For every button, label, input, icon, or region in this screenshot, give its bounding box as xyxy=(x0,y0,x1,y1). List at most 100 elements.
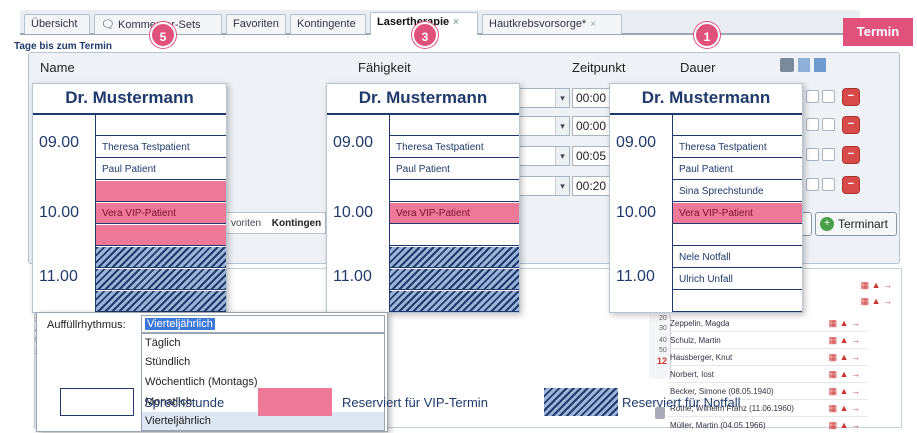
chevron-down-icon[interactable]: ▾ xyxy=(555,147,569,165)
time-slot[interactable] xyxy=(673,115,802,136)
column-header-dauer: Dauer xyxy=(680,60,716,75)
patient-name: Hausberger, Knut xyxy=(670,353,733,362)
checkbox[interactable] xyxy=(822,148,835,161)
tab-bar: Übersicht 🗨 Kommentar-Sets Favoriten Kon… xyxy=(20,10,860,35)
hour-label: 11.00 xyxy=(333,268,372,285)
combo-4[interactable]: ▾ xyxy=(518,176,570,196)
time-slot[interactable] xyxy=(390,247,519,268)
delete-button[interactable]: − xyxy=(842,116,860,134)
option-stuendlich[interactable]: Stündlich xyxy=(145,356,190,368)
tab-label: Hautkrebsvorsorge* xyxy=(489,18,587,30)
chevron-down-icon[interactable]: ▾ xyxy=(555,89,569,107)
close-icon[interactable]: × xyxy=(453,17,459,28)
chevron-down-icon[interactable]: ▾ xyxy=(555,177,569,195)
document-icon[interactable] xyxy=(798,58,810,72)
time-slot[interactable] xyxy=(390,115,519,136)
column-header-name: Name xyxy=(40,60,75,75)
tab-hautkrebsvorsorge[interactable]: Hautkrebsvorsorge* × xyxy=(482,14,622,34)
time-slot[interactable]: Nele Notfall xyxy=(673,247,802,268)
time-slot[interactable] xyxy=(96,291,226,312)
time-slot[interactable] xyxy=(390,181,519,202)
badge-3: 3 xyxy=(412,22,438,48)
patient-name: Müller, Martin (04.05.1966) xyxy=(670,421,766,430)
tab-favoriten[interactable]: Favoriten xyxy=(226,14,286,34)
export-icon[interactable] xyxy=(814,58,826,72)
row-icons[interactable]: ▦ ▲ → xyxy=(829,403,860,414)
hour-label: 11.00 xyxy=(616,268,655,285)
list-item[interactable]: Müller, Martin (04.05.1966) ▦ ▲ → xyxy=(668,418,868,433)
column-header-zeitpunkt: Zeitpunkt xyxy=(572,60,626,75)
time-slot[interactable]: Sina Sprechstunde xyxy=(673,181,802,202)
list-item[interactable]: Hausberger, Knut ▦ ▲ → xyxy=(668,350,868,366)
delete-button[interactable]: − xyxy=(842,176,860,194)
time-slot[interactable]: Vera VIP-Patient xyxy=(96,203,226,224)
time-slot[interactable] xyxy=(96,115,226,136)
terminart-label: Terminart xyxy=(838,217,889,231)
hour-label: 11.00 xyxy=(39,268,78,285)
tab-uebersicht[interactable]: Übersicht xyxy=(24,14,90,34)
time-slot[interactable] xyxy=(390,269,519,290)
hour-label: 10.00 xyxy=(39,204,80,221)
delete-button[interactable]: − xyxy=(842,88,860,106)
list-item[interactable]: Schulz, Martin ▦ ▲ → xyxy=(668,333,868,349)
time-slot[interactable] xyxy=(390,291,519,312)
app-root: Übersicht 🗨 Kommentar-Sets Favoriten Kon… xyxy=(0,0,917,433)
time-slot[interactable]: Theresa Testpatient xyxy=(390,137,519,158)
option-vierteljaehrlich[interactable]: Vierteljährlich xyxy=(145,415,211,427)
hidden-tab-kontingente[interactable]: Kontingen xyxy=(272,218,321,229)
terminart-button[interactable]: + Terminart xyxy=(815,212,897,236)
time-slot[interactable]: Vera VIP-Patient xyxy=(390,203,519,224)
checkbox[interactable] xyxy=(822,118,835,131)
time-slot[interactable]: Vera VIP-Patient xyxy=(673,203,802,224)
time-slot[interactable]: Paul Patient xyxy=(390,159,519,180)
time-slot[interactable] xyxy=(673,291,802,312)
checkbox[interactable] xyxy=(822,90,835,103)
row-icons[interactable]: ▦ ▲ → xyxy=(861,296,892,307)
checkbox[interactable] xyxy=(806,178,819,191)
option-taeglich[interactable]: Täglich xyxy=(145,337,180,349)
legend-vip: Reserviert für VIP-Termin xyxy=(342,395,488,410)
combo-2[interactable]: ▾ xyxy=(518,116,570,136)
combo-3[interactable]: ▾ xyxy=(518,146,570,166)
list-item[interactable]: Norbert, Iost ▦ ▲ → xyxy=(668,367,868,383)
row-icons[interactable]: ▦ ▲ → xyxy=(829,386,860,397)
row-icons[interactable]: ▦ ▲ → xyxy=(829,318,860,329)
row-icons[interactable]: ▦ ▲ → xyxy=(829,352,860,363)
row-icons[interactable]: ▦ ▲ → xyxy=(829,335,860,346)
time-slot[interactable]: Paul Patient xyxy=(673,159,802,180)
selected-value: Vierteljährlich xyxy=(145,318,215,330)
checkbox[interactable] xyxy=(806,90,819,103)
checkbox[interactable] xyxy=(806,118,819,131)
patient-name: Schulz, Martin xyxy=(670,336,721,345)
legend-sprechstunde: Sprechstunde xyxy=(144,395,225,410)
time-slot[interactable] xyxy=(96,181,226,202)
tab-label: Lasertherapie xyxy=(377,16,450,28)
auffuellrhythmus-select[interactable]: Vierteljährlich xyxy=(141,315,385,333)
print-icon[interactable] xyxy=(780,58,794,72)
time-slot[interactable] xyxy=(390,225,519,246)
time-slot[interactable] xyxy=(96,247,226,268)
delete-button[interactable]: − xyxy=(842,146,860,164)
time-slot[interactable]: Theresa Testpatient xyxy=(96,137,226,158)
combo-1[interactable]: ▾ xyxy=(518,88,570,108)
checkbox[interactable] xyxy=(806,148,819,161)
time-slot[interactable] xyxy=(96,225,226,246)
time-slot[interactable]: Ulrich Unfall xyxy=(673,269,802,290)
row-icons[interactable]: ▦ ▲ → xyxy=(861,280,892,291)
time-slot[interactable]: Paul Patient xyxy=(96,159,226,180)
close-icon[interactable]: × xyxy=(590,19,596,30)
row-icons[interactable]: ▦ ▲ → xyxy=(829,369,860,380)
time-slot[interactable] xyxy=(96,269,226,290)
hidden-tab-favoriten[interactable]: voriten xyxy=(231,218,261,229)
termin-button[interactable]: Termin xyxy=(843,18,913,46)
option-woechentlich[interactable]: Wöchentlich (Montags) xyxy=(145,376,258,388)
list-item[interactable]: Zeppelin, Magda ▦ ▲ → xyxy=(668,316,868,332)
checkbox[interactable] xyxy=(822,178,835,191)
time-slot[interactable] xyxy=(673,225,802,246)
hour-label: 09.00 xyxy=(39,134,80,151)
time-slot[interactable]: Theresa Testpatient xyxy=(673,137,802,158)
legend-swatch-vip xyxy=(258,388,332,416)
row-icons[interactable]: ▦ ▲ → xyxy=(829,420,860,431)
chevron-down-icon[interactable]: ▾ xyxy=(555,117,569,135)
tab-kontingente[interactable]: Kontingente xyxy=(290,14,366,34)
